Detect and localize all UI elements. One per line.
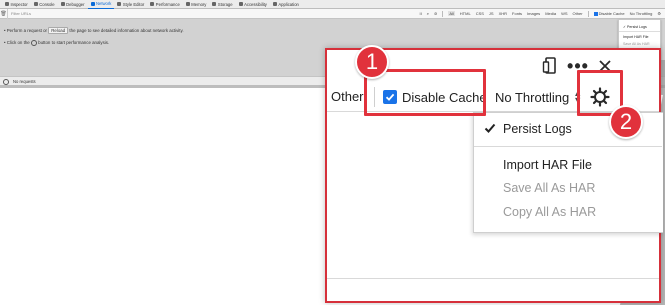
performance-icon bbox=[150, 2, 155, 6]
type-filter-css[interactable]: CSS bbox=[476, 11, 484, 16]
inspector-icon bbox=[5, 2, 9, 6]
search-icon[interactable]: ⌕ bbox=[427, 11, 429, 16]
checkmark-glyph bbox=[484, 123, 496, 133]
tab-application[interactable]: Application bbox=[270, 0, 302, 9]
menu-item-label: Persist Logs bbox=[503, 122, 572, 136]
stopwatch-icon[interactable] bbox=[3, 78, 9, 85]
type-filter-js[interactable]: JS bbox=[489, 11, 494, 16]
tab-style-editor[interactable]: Style Editor bbox=[114, 0, 147, 9]
tab-console[interactable]: Console bbox=[31, 0, 58, 9]
memory-icon bbox=[185, 2, 190, 6]
storage-icon bbox=[212, 2, 217, 6]
type-filter-images[interactable]: Images bbox=[527, 11, 540, 16]
panel-footer-divider bbox=[327, 278, 659, 279]
type-filter-media[interactable]: Media bbox=[545, 11, 556, 16]
type-filter-all[interactable]: All bbox=[448, 11, 455, 16]
pause-icon[interactable]: II bbox=[420, 11, 422, 16]
tab-performance[interactable]: Performance bbox=[147, 0, 182, 9]
accessibility-icon bbox=[238, 2, 243, 6]
menu-item-save-all-har[interactable]: Save All As HAR bbox=[474, 177, 662, 199]
tab-network[interactable]: Network bbox=[87, 0, 115, 9]
step-badge-2: 2 bbox=[609, 105, 643, 139]
stopwatch-icon[interactable] bbox=[30, 40, 37, 46]
type-filter-fonts[interactable]: Fonts bbox=[512, 11, 522, 16]
menu-item-persist-logs-small[interactable]: ✓ Persist Logs bbox=[619, 23, 660, 30]
menu-divider bbox=[619, 31, 660, 32]
style-editor-icon bbox=[117, 2, 122, 6]
tab-accessibility[interactable]: Accessibility bbox=[236, 0, 270, 9]
filter-urls-input[interactable]: Filter URLs bbox=[8, 11, 420, 16]
menu-divider bbox=[474, 146, 662, 147]
separator bbox=[442, 10, 444, 17]
throttling-label: No Throttling bbox=[495, 89, 570, 105]
separator bbox=[587, 10, 589, 17]
screenshot: Inspector Console Debugger Network Style… bbox=[0, 0, 665, 305]
network-filter-row: 🗑 Filter URLs II ⌕ ⊘ All HTML CSS JS XHR… bbox=[0, 8, 665, 19]
clear-icon[interactable]: 🗑 bbox=[0, 8, 8, 19]
checkmark-icon bbox=[484, 122, 496, 137]
step-badge-1: 1 bbox=[355, 45, 389, 79]
status-text: No requests bbox=[13, 79, 36, 84]
throttling-small[interactable]: No Throttling bbox=[630, 11, 653, 16]
tab-inspector[interactable]: Inspector bbox=[2, 0, 31, 9]
disable-cache-small[interactable]: Disable Cache bbox=[593, 11, 625, 16]
type-filter-ws[interactable]: WS bbox=[561, 11, 567, 16]
menu-item-copy-all-har[interactable]: Copy All As HAR bbox=[474, 201, 662, 223]
instruction-performance: • Click on the button to start performan… bbox=[4, 40, 110, 46]
network-icon bbox=[90, 1, 95, 6]
responsive-design-icon[interactable] bbox=[541, 56, 559, 76]
type-filter-xhr[interactable]: XHR bbox=[499, 11, 507, 16]
reload-button[interactable]: Reload bbox=[48, 27, 69, 34]
devtools-tabbar: Inspector Console Debugger Network Style… bbox=[0, 0, 665, 9]
type-filter-bar: II ⌕ ⊘ All HTML CSS JS XHR Fonts Images … bbox=[420, 10, 665, 17]
checkbox-icon bbox=[593, 11, 598, 16]
application-icon bbox=[272, 2, 277, 6]
type-filter-other[interactable]: Other bbox=[331, 89, 364, 104]
throttling-select[interactable]: No Throttling ▲ ▼ bbox=[495, 87, 582, 107]
instruction-reload: • Perform a request or Reload the page t… bbox=[4, 27, 184, 34]
highlight-disable-cache bbox=[364, 69, 486, 116]
menu-item-import-har[interactable]: Import HAR File bbox=[474, 154, 662, 176]
menu-item-import-har-small[interactable]: Import HAR File bbox=[619, 33, 660, 40]
debugger-icon bbox=[60, 2, 65, 6]
type-filter-other[interactable]: Other bbox=[573, 11, 583, 16]
tab-storage[interactable]: Storage bbox=[209, 0, 235, 9]
type-filter-html[interactable]: HTML bbox=[460, 11, 471, 16]
menu-item-save-har-small[interactable]: Save All As HAR bbox=[619, 40, 660, 47]
gear-icon-small[interactable]: ⚙ bbox=[657, 11, 661, 16]
tab-debugger[interactable]: Debugger bbox=[58, 0, 88, 9]
tab-memory[interactable]: Memory bbox=[183, 0, 210, 9]
block-icon[interactable]: ⊘ bbox=[434, 11, 437, 16]
console-icon bbox=[33, 2, 38, 6]
responsive-design-glyph bbox=[542, 57, 556, 74]
